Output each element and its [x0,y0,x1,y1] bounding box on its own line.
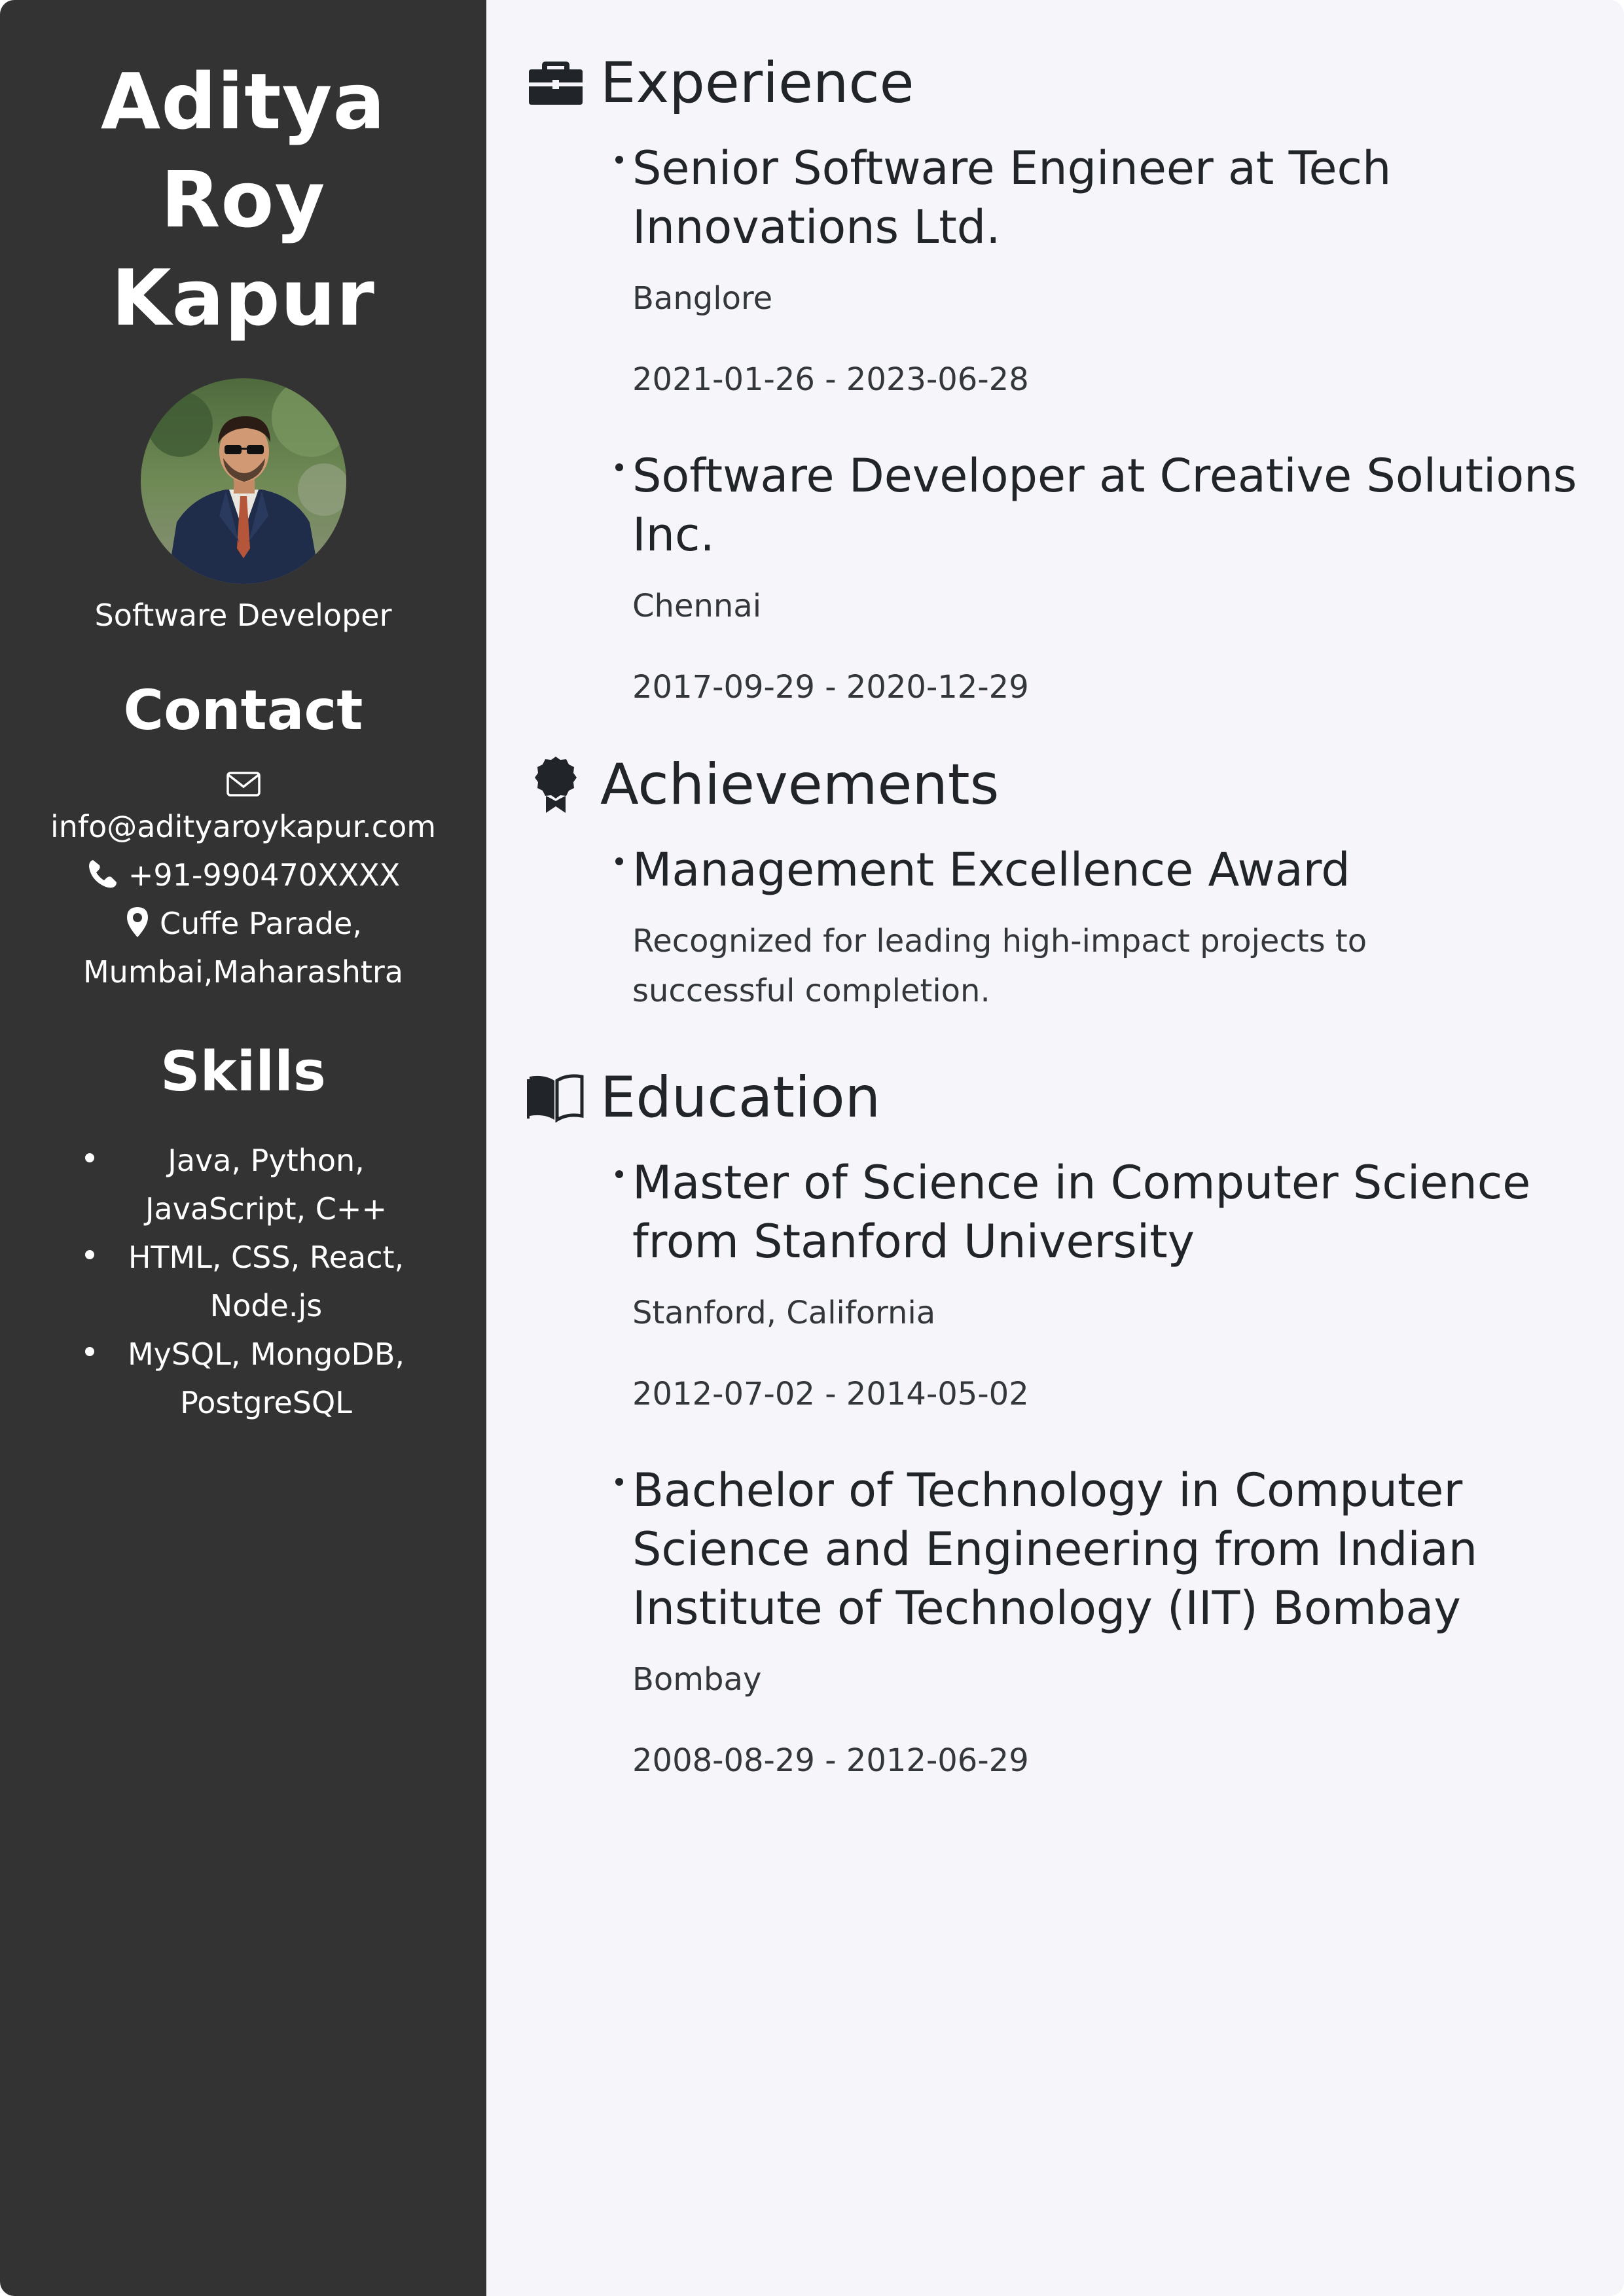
phone-icon [88,859,117,888]
avatar-photo [140,378,346,584]
entry-description: Recognized for leading high-impact proje… [632,923,1367,1009]
person-name: Aditya Roy Kapur [26,52,460,347]
briefcase-icon [526,53,586,113]
entry-title: Senior Software Engineer at Tech Innovat… [632,141,1392,254]
skill-item: Java, Python, JavaScript, C++ [59,1136,460,1233]
entry-location: Banglore [632,280,773,317]
experience-heading: Experience [526,47,1585,119]
phone-text[interactable]: +91-990470XXXX [128,857,400,893]
achievements-heading: Achievements [526,749,1585,821]
education-entry: Master of Science in Computer Science fr… [526,1153,1585,1419]
experience-entry: Senior Software Engineer at Tech Innovat… [526,139,1585,404]
experience-entry: Software Developer at Creative Solutions… [526,446,1585,712]
skill-line1: Java, Python, [168,1143,365,1178]
entry-location: Bombay [632,1661,762,1698]
skill-line2: JavaScript, C++ [145,1191,388,1227]
entry-location: Chennai [632,588,762,624]
sidebar: Aditya Roy Kapur Software Developer Cont… [0,0,486,2296]
award-icon [526,755,586,815]
education-heading-text: Education [600,1065,881,1130]
address-line1: Cuffe Parade, [160,906,362,941]
entry-dates: 2017-09-29 - 2020-12-29 [632,669,1029,706]
education-heading: Education [526,1062,1585,1134]
achievements-section: Achievements Management Excellence Award… [526,749,1585,1016]
entry-dates: 2008-08-29 - 2012-06-29 [632,1742,1029,1779]
skill-line2: Node.js [209,1288,323,1323]
education-section: Education Master of Science in Computer … [526,1062,1585,1785]
experience-section: Experience Senior Software Engineer at T… [526,47,1585,712]
job-role: Software Developer [94,598,392,633]
email-icon-row [26,766,460,802]
entry-title: Master of Science in Computer Science fr… [632,1156,1531,1268]
bullet-dot [615,156,623,164]
skill-item: HTML, CSS, React, Node.js [59,1233,460,1330]
name-line1: Aditya Roy [100,56,386,245]
bullet-dot [615,1170,623,1178]
entry-location: Stanford, California [632,1295,936,1331]
bullet-dot [615,1478,623,1486]
entry-title: Bachelor of Technology in Computer Scien… [632,1463,1478,1635]
entry-title: Management Excellence Award [632,843,1350,897]
skill-line1: MySQL, MongoDB, [127,1336,405,1372]
entry-dates: 2012-07-02 - 2014-05-02 [632,1376,1029,1412]
skills-list: Java, Python, JavaScript, C++ HTML, CSS,… [26,1136,460,1427]
achievement-entry: Management Excellence Award Recognized f… [526,840,1585,1016]
skill-line1: HTML, CSS, React, [128,1240,405,1275]
education-entry: Bachelor of Technology in Computer Scien… [526,1461,1585,1785]
map-pin-icon [127,906,148,937]
contact-heading: Contact [123,678,363,742]
skill-line2: PostgreSQL [180,1385,352,1420]
entry-dates: 2021-01-26 - 2023-06-28 [632,361,1029,398]
name-line2: Kapur [111,253,375,343]
bullet-dot [615,857,623,865]
entry-title: Software Developer at Creative Solutions… [632,449,1578,562]
envelope-icon [226,772,261,797]
experience-heading-text: Experience [600,50,914,116]
skills-heading: Skills [160,1039,326,1103]
address-line: Cuffe Parade, [26,899,460,948]
achievements-heading-text: Achievements [600,752,1000,817]
address-line2: Mumbai,Maharashtra [82,954,404,990]
resume-page: Aditya Roy Kapur Software Developer Cont… [0,0,1624,2296]
phone-line: +91-990470XXXX [26,851,460,899]
email-text[interactable]: info@adityaroykapur.com [26,802,460,851]
main-content: Experience Senior Software Engineer at T… [486,0,1624,2296]
skill-item: MySQL, MongoDB, PostgreSQL [59,1330,460,1427]
avatar [140,378,346,584]
bullet-dot [615,463,623,471]
book-icon [526,1067,586,1128]
